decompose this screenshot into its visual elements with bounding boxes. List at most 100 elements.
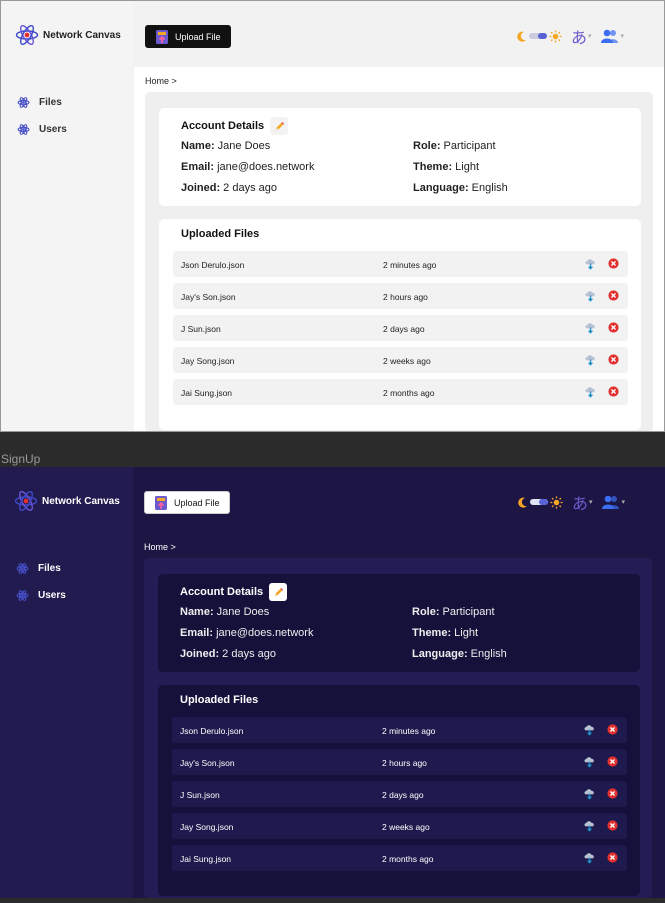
file-time: 2 hours ago [382, 758, 427, 768]
account-panel: Account Details Name: Jane Does Email: j… [144, 558, 652, 898]
sidebar: Network Canvas Files Users [0, 467, 133, 898]
users-icon [602, 495, 620, 509]
file-row[interactable]: Jay Song.json 2 weeks ago [173, 347, 628, 373]
file-time: 2 minutes ago [382, 726, 436, 736]
dark-frame: Network Canvas Files Users Upload File あ… [0, 467, 665, 898]
atom-icon [17, 124, 30, 135]
account-details-title: Account Details [180, 583, 288, 601]
top-bar: Upload File あ ▾ ▾ [134, 1, 664, 67]
file-name: J Sun.json [181, 324, 221, 334]
delete-icon[interactable] [606, 851, 619, 864]
atom-logo-icon [15, 24, 39, 46]
file-row[interactable]: Jay's Son.json 2 hours ago [172, 749, 627, 775]
language-menu[interactable]: あ ▾ [572, 490, 593, 514]
cloud-download-icon[interactable] [583, 851, 596, 864]
file-time: 2 weeks ago [382, 822, 430, 832]
uploaded-files-title: Uploaded Files [181, 228, 260, 240]
file-row[interactable]: Jai Sung.json 2 months ago [172, 845, 627, 871]
language-menu[interactable]: あ ▾ [571, 24, 592, 48]
upload-file-label: Upload File [175, 31, 221, 42]
cloud-download-icon[interactable] [584, 257, 597, 270]
user-menu[interactable]: ▾ [601, 495, 625, 509]
detail-email: Email: jane@does.network [181, 161, 315, 173]
delete-icon[interactable] [607, 289, 620, 302]
breadcrumb[interactable]: Home > [145, 76, 177, 86]
brand-name: Network Canvas [43, 29, 121, 41]
delete-icon[interactable] [606, 755, 619, 768]
upload-file-button[interactable]: Upload File [145, 25, 231, 48]
upload-file-label: Upload File [174, 497, 220, 508]
top-bar: Upload File あ ▾ ▾ [133, 467, 665, 533]
users-icon [601, 29, 619, 43]
moon-icon [517, 31, 526, 42]
file-time: 2 days ago [382, 790, 424, 800]
cloud-download-icon[interactable] [584, 353, 597, 366]
pencil-icon [274, 587, 283, 596]
frame-caption: SignUp [1, 452, 41, 466]
language-glyph: あ [570, 30, 587, 47]
sidebar-item-files[interactable]: Files [17, 89, 67, 116]
edit-account-button[interactable] [270, 117, 289, 135]
moon-icon [518, 497, 527, 508]
theme-switch[interactable] [528, 33, 547, 39]
file-row[interactable]: J Sun.json 2 days ago [172, 781, 627, 807]
file-row[interactable]: J Sun.json 2 days ago [173, 315, 628, 341]
file-row[interactable]: Json Derulo.json 2 minutes ago [173, 251, 628, 277]
delete-icon[interactable] [606, 787, 619, 800]
cloud-download-icon[interactable] [584, 289, 597, 302]
file-row[interactable]: Jay's Son.json 2 hours ago [173, 283, 628, 309]
theme-switch[interactable] [529, 499, 548, 505]
file-time: 2 months ago [382, 854, 434, 864]
brand-logo[interactable]: Network Canvas [14, 489, 120, 513]
delete-icon[interactable] [607, 353, 620, 366]
delete-icon[interactable] [607, 385, 620, 398]
edit-account-button[interactable] [269, 583, 288, 601]
sidebar-item-label: Users [39, 124, 67, 135]
uploaded-files-card: Uploaded Files Json Derulo.json 2 minute… [158, 685, 640, 896]
sidebar-item-label: Users [38, 590, 66, 601]
user-menu[interactable]: ▾ [600, 29, 624, 43]
delete-icon[interactable] [606, 819, 619, 832]
file-time: 2 hours ago [383, 292, 428, 302]
file-row[interactable]: Jai Sung.json 2 months ago [173, 379, 628, 405]
detail-theme: Theme: Light [413, 161, 480, 173]
brand-logo[interactable]: Network Canvas [15, 23, 121, 47]
detail-name: Name: Jane Does [180, 606, 270, 618]
atom-logo-icon [14, 490, 38, 512]
file-time: 2 months ago [383, 388, 435, 398]
upload-file-button[interactable]: Upload File [144, 491, 230, 514]
sidebar-item-files[interactable]: Files [16, 555, 66, 582]
cloud-download-icon[interactable] [584, 321, 597, 334]
delete-icon[interactable] [606, 723, 619, 736]
cloud-download-icon[interactable] [584, 385, 597, 398]
theme-toggle[interactable] [518, 495, 563, 509]
file-row[interactable]: Jay Song.json 2 weeks ago [172, 813, 627, 839]
sidebar-item-users[interactable]: Users [17, 116, 67, 143]
breadcrumb[interactable]: Home > [144, 542, 176, 552]
file-row[interactable]: Json Derulo.json 2 minutes ago [172, 717, 627, 743]
file-time: 2 days ago [383, 324, 425, 334]
light-frame: Network Canvas Files Users Upload File あ… [0, 0, 665, 432]
pencil-icon [275, 121, 284, 130]
main-content: Home > Account Details Name: Jane Does E… [134, 67, 664, 431]
cloud-download-icon[interactable] [583, 787, 596, 800]
detail-role: Role: Participant [413, 140, 496, 152]
detail-theme: Theme: Light [412, 627, 479, 639]
theme-toggle[interactable] [517, 29, 562, 43]
sidebar: Network Canvas Files Users [1, 1, 134, 431]
cloud-download-icon[interactable] [583, 819, 596, 832]
chevron-down-icon: ▾ [587, 33, 592, 40]
atom-icon [17, 97, 30, 108]
file-name: Jay Song.json [180, 822, 234, 832]
delete-icon[interactable] [607, 321, 620, 334]
delete-icon[interactable] [607, 257, 620, 270]
sidebar-item-users[interactable]: Users [16, 582, 66, 609]
detail-email: Email: jane@does.network [180, 627, 314, 639]
detail-language: Language: English [413, 182, 508, 194]
cloud-download-icon[interactable] [583, 755, 596, 768]
file-name: Jai Sung.json [181, 388, 233, 398]
file-time: 2 weeks ago [383, 356, 431, 366]
cloud-download-icon[interactable] [583, 723, 596, 736]
chevron-down-icon: ▾ [620, 33, 624, 40]
language-glyph: あ [571, 496, 588, 513]
